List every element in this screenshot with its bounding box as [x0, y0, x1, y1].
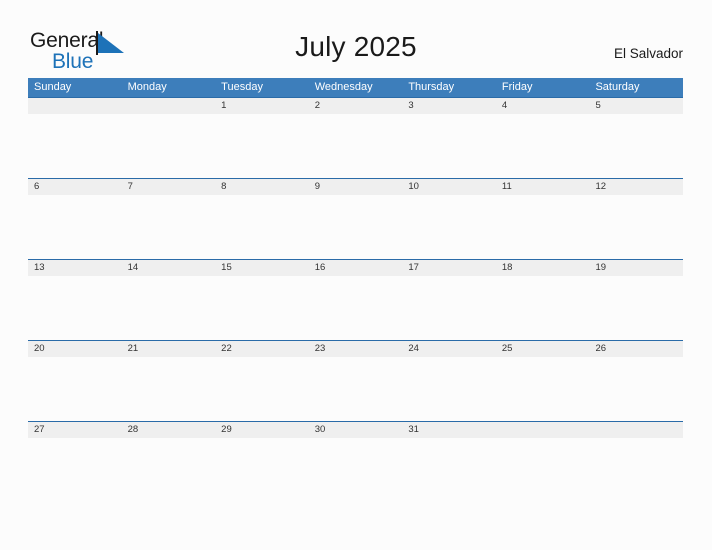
week-event-area [28, 357, 683, 421]
day-number[interactable]: 17 [402, 260, 496, 276]
day-cell[interactable] [589, 276, 683, 340]
day-cell[interactable] [402, 114, 496, 178]
week-date-band: 27 28 29 30 31 [28, 421, 683, 438]
day-number[interactable]: 2 [309, 98, 403, 114]
weekday-header-sunday: Sunday [34, 81, 72, 93]
day-number[interactable]: 3 [402, 98, 496, 114]
day-cell[interactable] [496, 357, 590, 421]
week-date-band: 13 14 15 16 17 18 19 [28, 259, 683, 276]
day-cell[interactable] [28, 438, 122, 502]
day-cell[interactable] [122, 276, 216, 340]
day-cell[interactable] [589, 114, 683, 178]
day-number[interactable]: 11 [496, 179, 590, 195]
day-number[interactable]: 18 [496, 260, 590, 276]
calendar-week-5: 27 28 29 30 31 [28, 421, 683, 502]
day-number[interactable]: 16 [309, 260, 403, 276]
day-number[interactable]: 25 [496, 341, 590, 357]
day-number[interactable]: 13 [28, 260, 122, 276]
day-cell[interactable] [402, 438, 496, 502]
day-number[interactable]: 1 [215, 98, 309, 114]
calendar-week-3: 13 14 15 16 17 18 19 [28, 259, 683, 340]
day-cell[interactable] [215, 357, 309, 421]
day-number[interactable]: 22 [215, 341, 309, 357]
day-number[interactable] [589, 422, 683, 438]
day-number[interactable]: 14 [122, 260, 216, 276]
day-cell[interactable] [28, 276, 122, 340]
week-date-band: 6 7 8 9 10 11 12 [28, 178, 683, 195]
day-number[interactable]: 7 [122, 179, 216, 195]
day-cell[interactable] [28, 114, 122, 178]
day-number[interactable]: 29 [215, 422, 309, 438]
day-number[interactable]: 5 [589, 98, 683, 114]
day-cell[interactable] [309, 195, 403, 259]
day-number[interactable]: 8 [215, 179, 309, 195]
day-cell[interactable] [28, 357, 122, 421]
weekday-header-wednesday: Wednesday [314, 81, 373, 93]
day-number[interactable]: 15 [215, 260, 309, 276]
day-cell[interactable] [589, 438, 683, 502]
day-number[interactable]: 9 [309, 179, 403, 195]
day-number[interactable]: 19 [589, 260, 683, 276]
weekday-header-thursday: Thursday [408, 81, 455, 93]
calendar-page: General Blue July 2025 El Salvador Sunda… [0, 0, 712, 550]
day-cell[interactable] [309, 276, 403, 340]
weekday-header-friday: Friday [501, 81, 533, 93]
day-number[interactable]: 26 [589, 341, 683, 357]
day-number[interactable] [496, 422, 590, 438]
day-cell[interactable] [309, 114, 403, 178]
day-cell[interactable] [215, 195, 309, 259]
day-cell[interactable] [309, 438, 403, 502]
day-number[interactable]: 4 [496, 98, 590, 114]
day-cell[interactable] [122, 195, 216, 259]
day-cell[interactable] [402, 357, 496, 421]
day-cell[interactable] [28, 195, 122, 259]
locale-label: El Salvador [613, 46, 683, 61]
day-cell[interactable] [589, 195, 683, 259]
day-cell[interactable] [589, 357, 683, 421]
day-cell[interactable] [402, 276, 496, 340]
day-cell[interactable] [122, 438, 216, 502]
weekday-header-row: Sunday Monday Tuesday Wednesday Thursday… [28, 78, 683, 97]
day-cell[interactable] [496, 195, 590, 259]
calendar-grid: Sunday Monday Tuesday Wednesday Thursday… [28, 78, 683, 502]
day-cell[interactable] [215, 438, 309, 502]
day-cell[interactable] [496, 276, 590, 340]
day-cell[interactable] [215, 276, 309, 340]
day-number[interactable]: 31 [402, 422, 496, 438]
day-number[interactable]: 12 [589, 179, 683, 195]
day-cell[interactable] [122, 357, 216, 421]
weekday-header-monday: Monday [127, 81, 167, 93]
day-cell[interactable] [496, 438, 590, 502]
day-number[interactable] [28, 98, 122, 114]
day-number[interactable]: 27 [28, 422, 122, 438]
day-cell[interactable] [215, 114, 309, 178]
day-number[interactable] [122, 98, 216, 114]
day-number[interactable]: 30 [309, 422, 403, 438]
weekday-header-tuesday: Tuesday [221, 81, 263, 93]
calendar-week-4: 20 21 22 23 24 25 26 [28, 340, 683, 421]
day-number[interactable]: 10 [402, 179, 496, 195]
day-cell[interactable] [402, 195, 496, 259]
day-number[interactable]: 23 [309, 341, 403, 357]
page-title: July 2025 [295, 31, 417, 62]
day-number[interactable]: 6 [28, 179, 122, 195]
calendar-week-1: 1 2 3 4 5 [28, 97, 683, 178]
page-header: General Blue July 2025 El Salvador [0, 0, 712, 78]
week-event-area [28, 438, 683, 502]
day-number[interactable]: 24 [402, 341, 496, 357]
day-number[interactable]: 21 [122, 341, 216, 357]
day-cell[interactable] [496, 114, 590, 178]
day-cell[interactable] [309, 357, 403, 421]
day-number[interactable]: 20 [28, 341, 122, 357]
week-date-band: 20 21 22 23 24 25 26 [28, 340, 683, 357]
calendar-week-2: 6 7 8 9 10 11 12 [28, 178, 683, 259]
week-date-band: 1 2 3 4 5 [28, 97, 683, 114]
week-event-area [28, 114, 683, 178]
weekday-header-saturday: Saturday [595, 81, 640, 93]
day-cell[interactable] [122, 114, 216, 178]
week-event-area [28, 276, 683, 340]
day-number[interactable]: 28 [122, 422, 216, 438]
week-event-area [28, 195, 683, 259]
